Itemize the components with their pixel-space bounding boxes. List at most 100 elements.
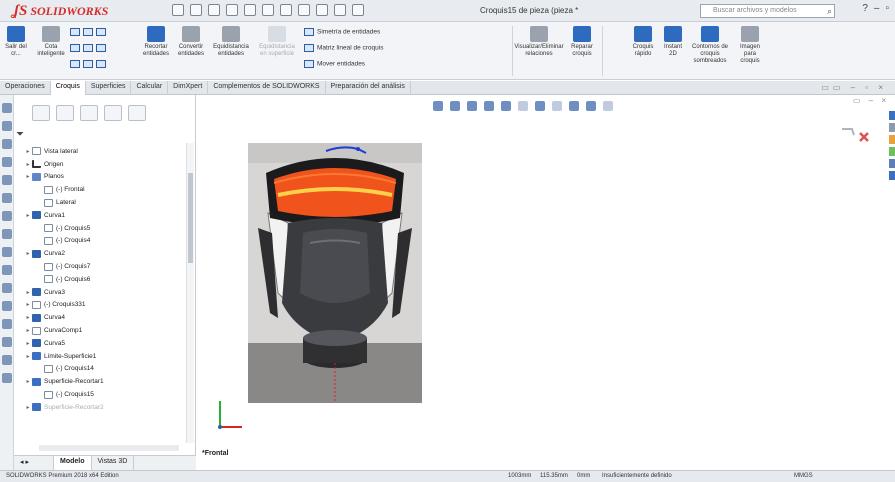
mirror-entities-button[interactable]: Simetría de entidades <box>304 28 380 36</box>
expand-arrow-icon[interactable]: ▸ <box>24 314 32 321</box>
model-tab[interactable]: Modelo <box>54 456 92 470</box>
tree-horizontal-scrollbar[interactable] <box>39 445 179 451</box>
custom-properties-icon[interactable] <box>889 171 895 180</box>
save-icon[interactable] <box>226 4 238 16</box>
tree-item[interactable]: ▸ (-) Croquis331 <box>18 299 188 312</box>
display-style-icon[interactable] <box>535 101 545 111</box>
tree-item[interactable]: ▸ Curva1 <box>18 209 188 222</box>
measure-tool-icon[interactable] <box>2 301 12 311</box>
units-selector[interactable]: MMGS <box>794 473 813 479</box>
sketch-picture-button[interactable]: Imagen para croquis <box>734 26 766 65</box>
tab-calcular[interactable]: Calcular <box>131 81 169 95</box>
tree-item[interactable]: ▸ Límite-Superficie1 <box>18 350 188 363</box>
configuration-icon[interactable] <box>2 139 12 149</box>
new-document-icon[interactable] <box>190 4 202 16</box>
surface-tool-icon[interactable] <box>2 211 12 221</box>
appearances-icon[interactable] <box>889 159 895 168</box>
display-tab-icon[interactable] <box>128 105 146 121</box>
display-manager-icon[interactable] <box>2 175 12 185</box>
view-settings-icon[interactable] <box>603 101 613 111</box>
offset-entities-button[interactable]: Equidistancia entidades <box>210 26 252 58</box>
tree-item[interactable]: ▸ Vista lateral <box>18 145 188 158</box>
convert-entities-button[interactable]: Convertir entidades <box>175 26 207 58</box>
file-explorer-icon[interactable] <box>889 135 895 144</box>
property-manager-icon[interactable] <box>2 121 12 131</box>
nav-arrows[interactable]: ◂ ▸ <box>14 456 54 470</box>
exit-sketch-button[interactable]: Salir del cr... <box>4 26 28 58</box>
tree-item[interactable]: (-) Croquis7 <box>18 260 188 273</box>
select-icon[interactable] <box>298 4 310 16</box>
3d-views-tab[interactable]: Vistas 3D <box>92 456 135 470</box>
appearance-tool-icon[interactable] <box>2 283 12 293</box>
file-properties-icon[interactable] <box>334 4 346 16</box>
quick-snaps-button[interactable]: Croquis rápido <box>630 26 656 58</box>
tree-scrollbar[interactable] <box>186 143 194 443</box>
tab-complementos-de-solidworks[interactable]: Complementos de SOLIDWORKS <box>208 81 326 95</box>
tree-item[interactable]: ▸ Superficie-Recortar2 <box>18 401 188 414</box>
dynamic-annotation-icon[interactable] <box>501 101 511 111</box>
expand-arrow-icon[interactable]: ▸ <box>24 289 32 296</box>
expand-arrow-icon[interactable]: ▸ <box>24 173 32 180</box>
resources-tool-icon[interactable] <box>2 337 12 347</box>
slot-tool[interactable] <box>70 60 109 68</box>
tree-item[interactable]: (-) Croquis4 <box>18 235 188 248</box>
config-tab-icon[interactable] <box>80 105 98 121</box>
repair-sketch-button[interactable]: Reparar croquis <box>566 26 598 58</box>
tree-item[interactable]: (-) Croquis6 <box>18 273 188 286</box>
rebuild-icon[interactable] <box>316 4 328 16</box>
home-icon[interactable] <box>172 4 184 16</box>
expand-arrow-icon[interactable]: ▸ <box>24 161 32 168</box>
section-view-icon[interactable] <box>484 101 494 111</box>
tree-item[interactable]: Lateral <box>18 196 188 209</box>
library-tool-icon[interactable] <box>2 355 12 365</box>
confirmation-corner[interactable] <box>838 121 878 151</box>
tree-item[interactable]: ▸ Curva4 <box>18 311 188 324</box>
tree-item[interactable]: ▸ Curva2 <box>18 247 188 260</box>
tab-croquis[interactable]: Croquis <box>50 81 86 95</box>
expand-arrow-icon[interactable]: ▸ <box>24 353 32 360</box>
linear-pattern-button[interactable]: Matriz lineal de croquis <box>304 44 383 52</box>
layer-tool-icon[interactable] <box>2 265 12 275</box>
search-input[interactable]: Buscar archivos y modelos ⌕ <box>700 4 835 18</box>
sketch-tool-icon[interactable] <box>2 193 12 203</box>
search-icon[interactable]: ⌕ <box>827 6 832 17</box>
expand-arrow-icon[interactable]: ▸ <box>24 404 32 411</box>
expand-arrow-icon[interactable]: ▸ <box>24 250 32 257</box>
view-palette-icon[interactable] <box>889 147 895 156</box>
minimize-icon[interactable]: – <box>874 3 880 14</box>
line-tool[interactable] <box>70 28 109 36</box>
explorer-tool-icon[interactable] <box>2 373 12 383</box>
render-tool-icon[interactable] <box>2 319 12 329</box>
expand-arrow-icon[interactable]: ▸ <box>24 301 32 308</box>
expand-arrow-icon[interactable]: ▸ <box>24 148 32 155</box>
tree-item[interactable]: ▸ CurvaComp1 <box>18 324 188 337</box>
edit-appearance-icon[interactable] <box>569 101 579 111</box>
tree-item[interactable]: ▸ Curva5 <box>18 337 188 350</box>
solidworks-logo[interactable]: ʆS SOLIDWORKS <box>14 3 108 20</box>
expand-arrow-icon[interactable]: ▸ <box>24 212 32 219</box>
tree-item[interactable]: ▸ Origen <box>18 158 188 171</box>
feature-tree-tab-icon[interactable] <box>32 105 50 121</box>
tree-item[interactable]: (-) Croquis14 <box>18 363 188 376</box>
graphics-area[interactable]: ▭ – × *Frontal <box>196 95 895 470</box>
tree-item[interactable]: (-) Frontal <box>18 183 188 196</box>
tab-operaciones[interactable]: Operaciones <box>0 81 51 95</box>
curve-tool-icon[interactable] <box>2 229 12 239</box>
view-orientation-icon[interactable] <box>518 101 528 111</box>
tree-item[interactable]: (-) Croquis15 <box>18 388 188 401</box>
smart-dimension-button[interactable]: Cota inteligente <box>34 26 68 58</box>
graphics-window-controls[interactable]: ▭ – × <box>853 96 889 105</box>
expand-arrow-icon[interactable]: ▸ <box>24 378 32 385</box>
dimxpert-icon[interactable] <box>2 157 12 167</box>
filter-icon[interactable]: ⏷ <box>16 129 24 140</box>
apply-scene-icon[interactable] <box>586 101 596 111</box>
resources-pane-icon[interactable] <box>889 111 895 120</box>
tab-dimxpert[interactable]: DimXpert <box>168 81 209 95</box>
shaded-contours-button[interactable]: Contornos de croquis sombreados <box>690 26 730 65</box>
tree-item[interactable]: (-) Croquis5 <box>18 222 188 235</box>
tree-item[interactable]: ▸ Curva3 <box>18 286 188 299</box>
sketch-picture-helmet[interactable] <box>248 143 422 403</box>
zoom-to-fit-icon[interactable] <box>433 101 443 111</box>
restore-icon[interactable]: ▫ <box>885 3 889 14</box>
print-icon[interactable] <box>244 4 256 16</box>
